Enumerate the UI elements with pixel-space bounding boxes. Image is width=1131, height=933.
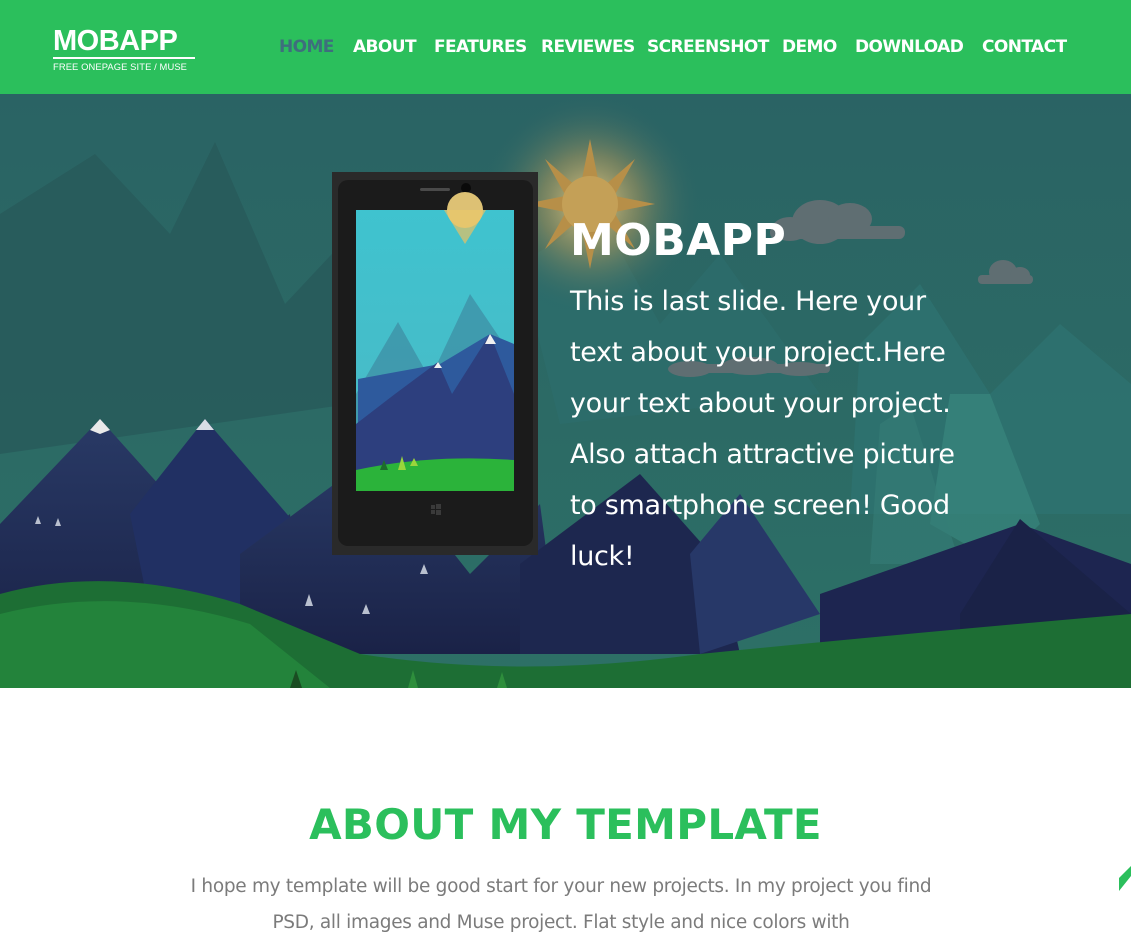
hero-text: This is last slide. Here your text about…	[570, 286, 955, 572]
nav-contact[interactable]: CONTACT	[982, 36, 1067, 58]
hero-slide: MOBAPP This is last slide. Here your tex…	[0, 94, 1131, 688]
nav-screenshot[interactable]: SCREENSHOT	[647, 36, 769, 58]
corner-decoration	[1119, 866, 1131, 891]
nav-reviewes[interactable]: REVIEWES	[541, 36, 635, 58]
about-heading: ABOUT MY TEMPLATE	[309, 800, 822, 849]
brand-subtitle: FREE ONEPAGE SITE / MUSE	[53, 61, 188, 72]
about-text: I hope my template will be good start fo…	[190, 876, 932, 933]
hero-title: MOBAPP	[570, 215, 787, 266]
nav-home[interactable]: HOME	[279, 36, 334, 58]
nav-download[interactable]: DOWNLOAD	[855, 36, 964, 58]
site-header: MOBAPP FREE ONEPAGE SITE / MUSE HOME ABO…	[0, 0, 1131, 94]
main-nav: HOME ABOUT FEATURES REVIEWES SCREENSHOT …	[0, 36, 1131, 60]
nav-features[interactable]: FEATURES	[434, 36, 527, 58]
nav-about[interactable]: ABOUT	[353, 36, 417, 58]
nav-demo[interactable]: DEMO	[782, 36, 837, 58]
smartphone-illustration	[332, 172, 538, 555]
